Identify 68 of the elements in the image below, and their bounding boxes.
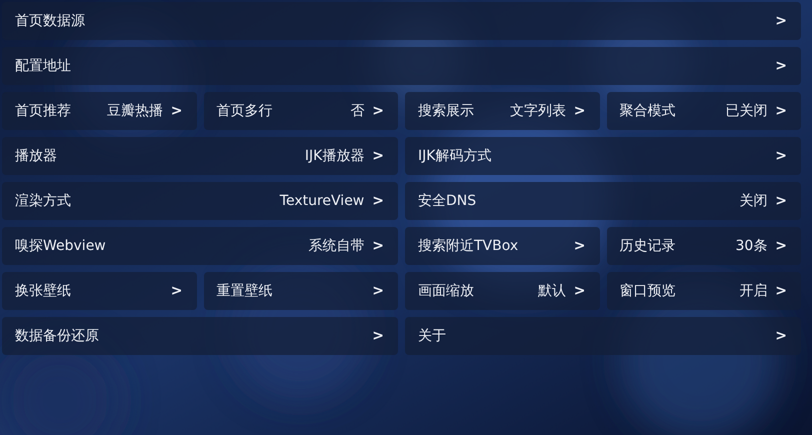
setting-value: 文字列表 [510,102,566,120]
setting-item[interactable]: 首页数据源 > [2,2,801,40]
setting-label: 搜索附近TVBox [418,237,520,255]
setting-item[interactable]: 关于 > [405,317,801,355]
setting-value: IJK播放器 [304,147,364,165]
chevron-text: > [372,328,384,344]
setting-value: 关闭 [739,192,768,210]
chevron-text: > [372,103,384,119]
chevron-text: > [775,193,787,209]
setting-item[interactable]: 窗口预览 开启 > [606,272,801,310]
setting-item[interactable]: 安全DNS 关闭 > [405,182,801,220]
setting-item[interactable]: 配置地址 > [2,47,801,85]
setting-label: 数据备份还原 [15,327,100,345]
setting-label: 换张壁纸 [15,282,72,300]
setting-value: 30条 [735,237,768,255]
setting-value: TextureView [280,193,364,209]
chevron-text: > [775,238,787,254]
setting-label: 历史记录 [620,237,676,255]
chevron-text: > [372,238,384,254]
setting-item[interactable]: IJK解码方式 > [405,137,801,175]
setting-value: 系统自带 [308,237,364,255]
setting-label: 安全DNS [418,192,478,210]
setting-value: 开启 [739,282,768,300]
chevron-text: > [775,103,787,119]
setting-label: 首页多行 [216,102,274,120]
chevron-text: > [775,148,787,164]
chevron-text: > [574,103,586,119]
setting-item[interactable]: 首页多行 否 > [204,92,398,130]
chevron-text: > [372,193,384,209]
setting-item[interactable]: 首页推荐 豆瓣热播 > [2,92,196,130]
setting-label: 窗口预览 [620,282,676,300]
setting-item[interactable]: 嗅探Webview 系统自带 > [2,227,398,265]
setting-label: 配置地址 [15,57,72,75]
setting-item[interactable]: 搜索附近TVBox > [405,227,600,265]
setting-item[interactable]: 重置壁纸 > [204,272,398,310]
chevron-text: > [372,148,384,164]
setting-item[interactable]: 搜索展示 文字列表 > [405,92,600,130]
setting-value: 默认 [538,282,566,300]
setting-item[interactable]: 渲染方式 TextureView > [2,182,398,220]
setting-label: 播放器 [15,147,58,165]
setting-label: 首页推荐 [15,102,72,120]
chevron-text: > [372,283,384,299]
chevron-text: > [574,238,586,254]
setting-label: 关于 [418,327,447,345]
setting-item[interactable]: 换张壁纸 > [2,272,196,310]
setting-value: 已关闭 [725,102,768,120]
setting-label: 聚合模式 [620,102,676,120]
chevron-text: > [775,58,787,74]
chevron-text: > [170,103,182,119]
setting-label: 重置壁纸 [216,282,274,300]
setting-item[interactable]: 数据备份还原 > [2,317,398,355]
setting-label: IJK解码方式 [418,147,492,165]
setting-value: 豆瓣热播 [106,102,163,120]
setting-label: 嗅探Webview [15,237,107,255]
setting-label: 搜索展示 [418,102,475,120]
chevron-text: > [574,283,586,299]
setting-item[interactable]: 播放器 IJK播放器 > [2,137,398,175]
setting-label: 画面缩放 [418,282,475,300]
setting-label: 渲染方式 [15,192,72,210]
setting-label: 首页数据源 [15,12,86,30]
setting-item[interactable]: 聚合模式 已关闭 > [606,92,801,130]
chevron-text: > [775,283,787,299]
chevron-text: > [775,13,787,29]
setting-item[interactable]: 历史记录 30条 > [606,227,801,265]
setting-value: 否 [350,102,364,120]
chevron-text: > [775,328,787,344]
chevron-text: > [170,283,182,299]
setting-item[interactable]: 画面缩放 默认 > [405,272,600,310]
